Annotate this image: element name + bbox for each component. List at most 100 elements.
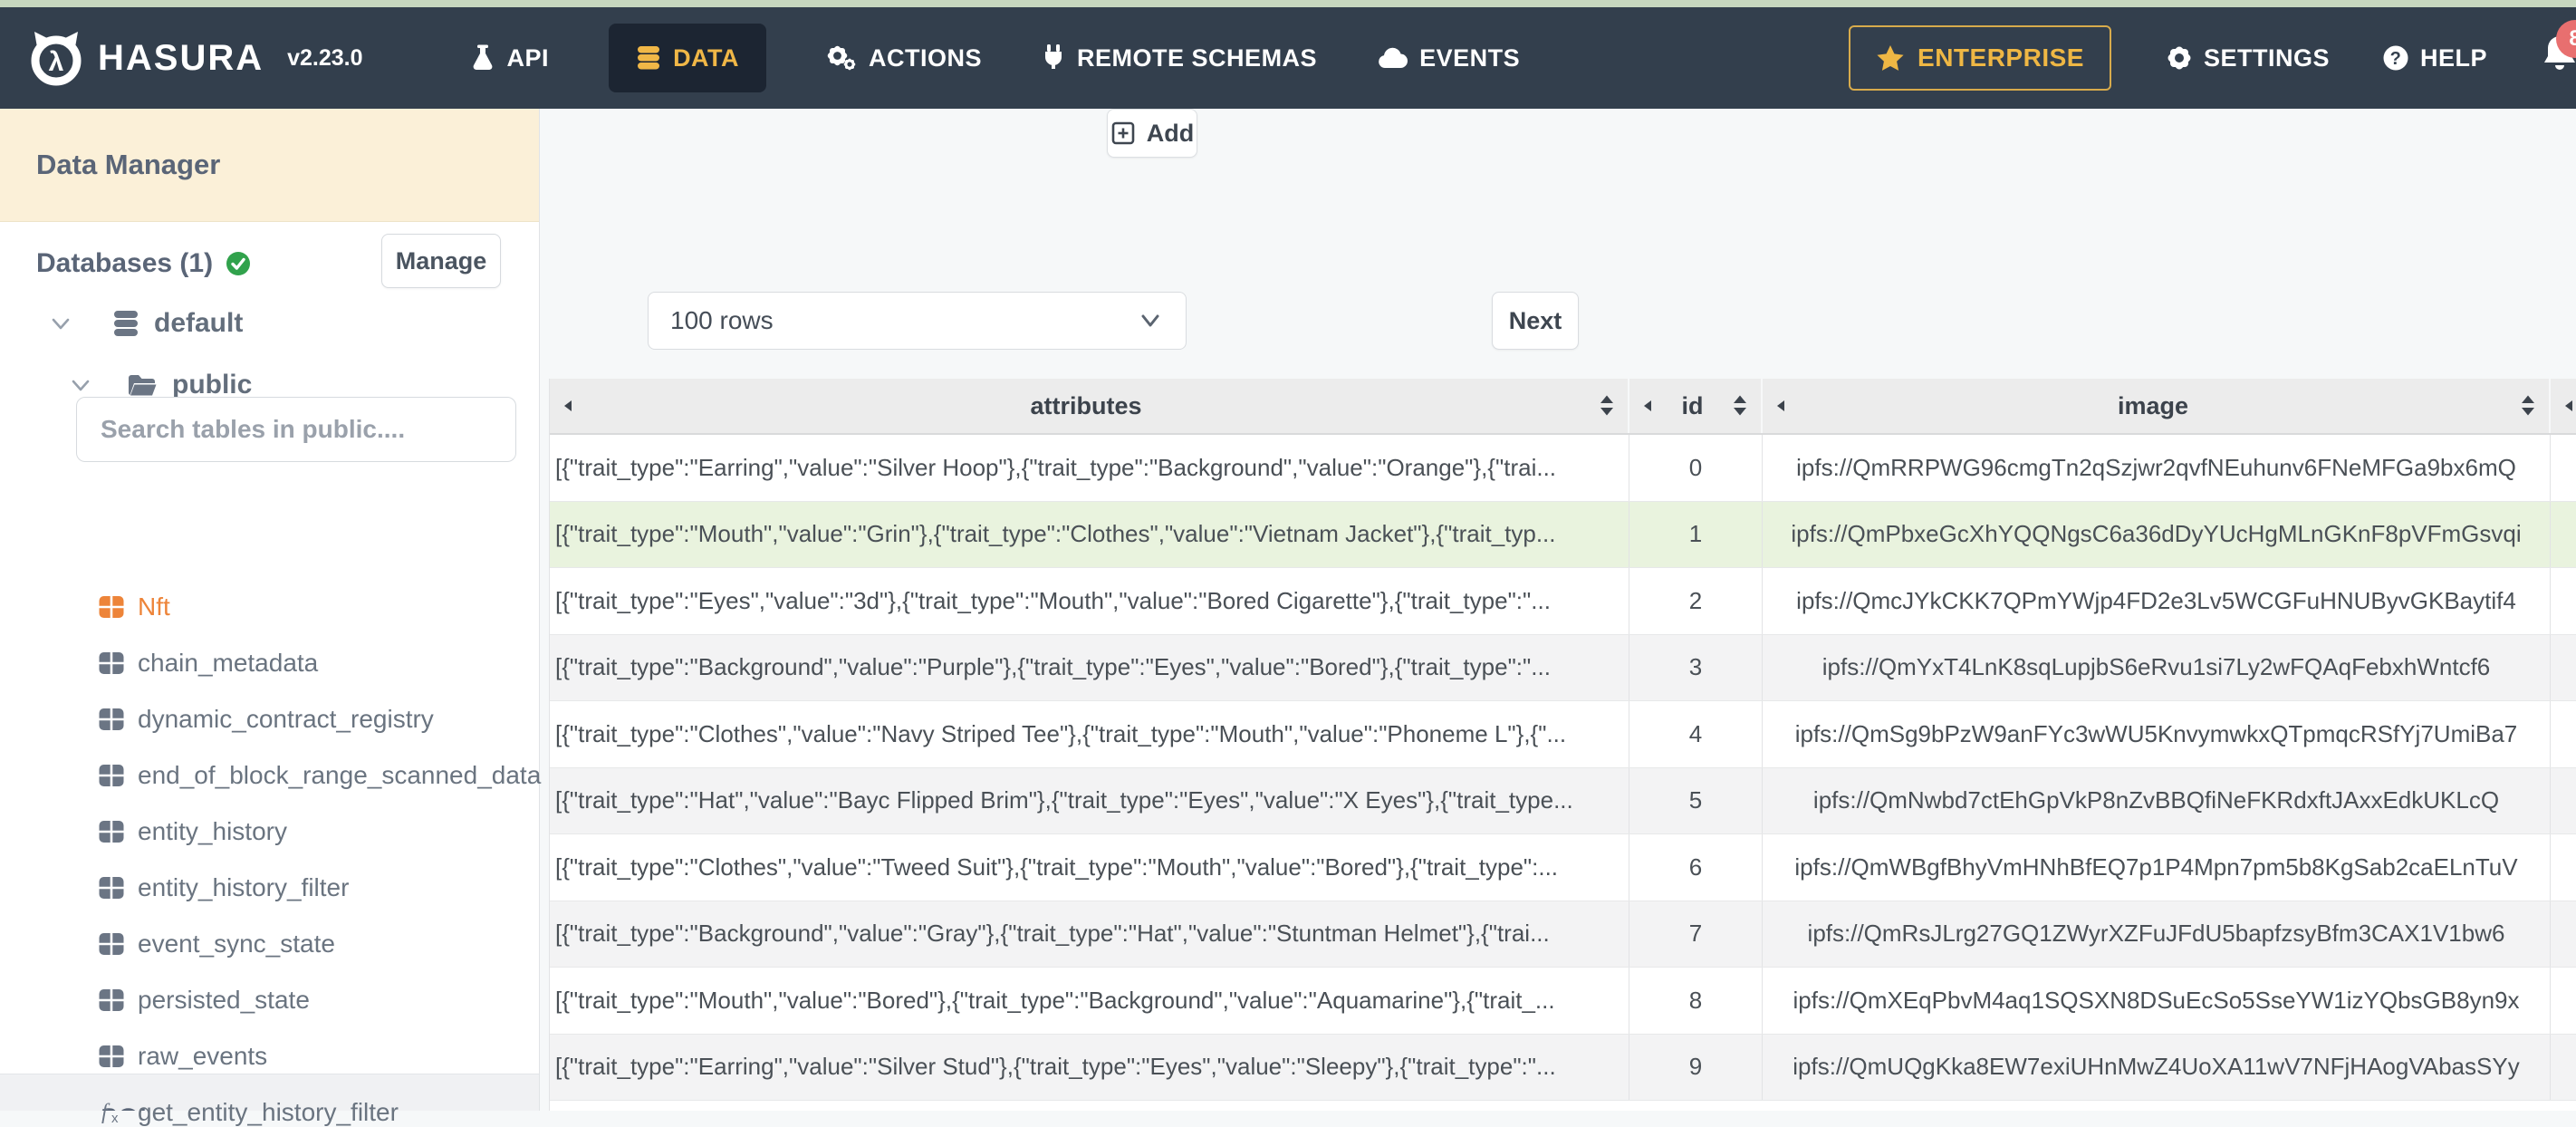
schema-name: public — [172, 370, 253, 400]
table-header-row: attributes id image — [550, 379, 2576, 435]
settings-button[interactable]: SETTINGS — [2166, 44, 2330, 72]
collapse-column-icon[interactable] — [1773, 398, 1788, 414]
table-row[interactable]: [{"trait_type":"Hat","value":"Bayc Flipp… — [550, 767, 2576, 834]
table-row[interactable]: [{"trait_type":"Eyes","value":"3d"},{"tr… — [550, 568, 2576, 635]
attributes-cell: [{"trait_type":"Mouth","value":"Grin"},{… — [550, 501, 1629, 567]
nav-item-label: API — [506, 43, 550, 72]
sidebar-item-label: event_sync_state — [138, 930, 335, 958]
sidebar-item-label: end_of_block_range_scanned_data — [138, 761, 542, 789]
table-icon — [98, 650, 125, 676]
sidebar-title-band: Data Manager — [0, 109, 539, 222]
settings-label: SETTINGS — [2203, 43, 2330, 72]
svg-text:x: x — [111, 1111, 119, 1125]
sort-icon[interactable] — [2518, 393, 2538, 419]
table-row[interactable]: [{"trait_type":"Earring","value":"Silver… — [550, 435, 2576, 502]
top-strip — [0, 0, 2576, 7]
id-cell: 5 — [1629, 767, 1763, 833]
help-button[interactable]: ? HELP — [2382, 44, 2487, 72]
table-row-partial — [550, 1101, 2576, 1111]
add-button[interactable]: Add — [1107, 109, 1197, 158]
svg-text:f: f — [101, 1101, 111, 1124]
table-row[interactable]: [{"trait_type":"Background","value":"Pur… — [550, 634, 2576, 701]
tree-node-default[interactable]: default — [49, 308, 243, 339]
sidebar-item-label: Nft — [138, 592, 170, 621]
sidebar-item-entity-history-filter[interactable]: entity_history_filter — [98, 873, 349, 902]
collapse-column-icon[interactable] — [561, 398, 575, 414]
column-header-image: image — [1763, 379, 2551, 433]
sidebar-item-label: persisted_state — [138, 986, 310, 1014]
image-cell: ipfs://QmUQgKka8EW7exiUHnMwZ4UoXA11wV7NF… — [1763, 1034, 2551, 1100]
question-icon: ? — [2382, 44, 2409, 72]
manage-button[interactable]: Manage — [381, 234, 501, 288]
database-icon — [636, 44, 661, 72]
image-cell: ipfs://QmYxT4LnK8sqLupjbS6eRvu1si7Ly2wFQ… — [1763, 634, 2551, 700]
nav-item-actions[interactable]: ACTIONS — [826, 43, 982, 72]
sidebar-item-chain-metadata[interactable]: chain_metadata — [98, 649, 318, 678]
table-row[interactable]: [{"trait_type":"Clothes","value":"Tweed … — [550, 834, 2576, 901]
sidebar-item-label: entity_history_filter — [138, 873, 350, 901]
databases-row: Databases (1) Manage — [0, 234, 539, 294]
sidebar-title: Data Manager — [36, 149, 221, 180]
table-row[interactable]: [{"trait_type":"Mouth","value":"Grin"},{… — [550, 501, 2576, 568]
image-cell: ipfs://QmRRPWG96cmgTn2qSzjwr2qvfNEuhunv6… — [1763, 435, 2551, 501]
table-row[interactable]: [{"trait_type":"Background","value":"Gra… — [550, 901, 2576, 968]
sidebar-item-entity-history[interactable]: entity_history — [98, 817, 287, 846]
partial-cell — [2551, 635, 2576, 701]
partial-cell — [2551, 701, 2576, 767]
image-cell: ipfs://QmXEqPbvM4aq1SQSXN8DSuEcSo5SseYW1… — [1763, 968, 2551, 1034]
sidebar-item-label: raw_events — [138, 1042, 268, 1070]
attributes-cell: [{"trait_type":"Background","value":"Pur… — [550, 634, 1629, 700]
nav-item-data[interactable]: DATA — [609, 24, 767, 92]
brand-group[interactable]: λ HASURA v2.23.0 — [27, 29, 363, 87]
sidebar-item-nft[interactable]: Nft — [98, 592, 170, 621]
sidebar-item-persisted-state[interactable]: persisted_state — [98, 986, 310, 1015]
image-cell: ipfs://QmcJYkCKK7QPmYWjp4FD2e3Lv5WCGFuHN… — [1763, 568, 2551, 634]
table-row[interactable]: [{"trait_type":"Clothes","value":"Navy S… — [550, 701, 2576, 768]
database-name: default — [154, 308, 244, 338]
image-cell: ipfs://QmRsJLrg27GQ1ZWyrXZFuJFdU5bapfzsy… — [1763, 901, 2551, 967]
image-cell: ipfs://QmSg9bPzW9anFYc3wWU5KnvymwkxQTpmq… — [1763, 701, 2551, 767]
id-cell: 7 — [1629, 901, 1763, 967]
search-tables-input[interactable] — [76, 397, 516, 462]
chevron-down-icon[interactable] — [49, 313, 72, 333]
brand-version: v2.23.0 — [287, 44, 363, 71]
collapse-column-icon[interactable] — [1640, 398, 1655, 414]
notifications-button[interactable]: 8 — [2540, 20, 2576, 85]
collapse-column-icon[interactable] — [2562, 398, 2576, 414]
sort-icon[interactable] — [1730, 393, 1750, 419]
sort-icon[interactable] — [1597, 393, 1617, 419]
chevron-down-icon[interactable] — [69, 375, 92, 395]
attributes-cell: [{"trait_type":"Earring","value":"Silver… — [550, 435, 1629, 501]
sidebar-item-event-sync-state[interactable]: event_sync_state — [98, 930, 335, 958]
id-cell: 6 — [1629, 834, 1763, 901]
partial-cell — [2551, 968, 2576, 1034]
rows-select-value: 100 rows — [670, 306, 774, 334]
attributes-cell: [{"trait_type":"Mouth","value":"Bored"},… — [550, 968, 1629, 1034]
attributes-cell: [{"trait_type":"Clothes","value":"Tweed … — [550, 834, 1629, 901]
partial-cell — [2551, 502, 2576, 568]
data-table: attributes id image [{"trait_type":"Earr… — [549, 379, 2576, 1111]
attributes-cell: [{"trait_type":"Earring","value":"Silver… — [550, 1034, 1629, 1100]
rows-per-page-select[interactable]: 100 rows — [648, 292, 1187, 350]
svg-text:?: ? — [2390, 49, 2402, 69]
brand-title: HASURA — [98, 37, 264, 78]
sidebar-item-get-entity-history-filter[interactable]: f x get_entity_history_filter — [98, 1098, 399, 1127]
enterprise-button[interactable]: ENTERPRISE — [1849, 25, 2111, 91]
id-cell: 1 — [1629, 501, 1763, 567]
add-label: Add — [1146, 119, 1195, 147]
table-row[interactable]: [{"trait_type":"Earring","value":"Silver… — [550, 1034, 2576, 1101]
sidebar-item-end-of-block-range-scanned-data[interactable]: end_of_block_range_scanned_data — [98, 761, 541, 790]
nav-item-api[interactable]: API — [470, 43, 550, 72]
image-cell: ipfs://QmPbxeGcXhYQQNgsC6a36dDyYUcHgMLnG… — [1763, 501, 2551, 567]
sidebar-item-raw-events[interactable]: raw_events — [98, 1042, 267, 1071]
cloud-icon — [1377, 46, 1408, 70]
nav-item-remote-schemas[interactable]: REMOTE SCHEMAS — [1042, 43, 1317, 72]
nav-item-label: ACTIONS — [869, 43, 983, 72]
tree-node-public[interactable]: public — [69, 370, 252, 400]
sidebar: Data Manager Databases (1) Manage defaul… — [0, 109, 541, 1126]
sidebar-item-dynamic-contract-registry[interactable]: dynamic_contract_registry — [98, 705, 434, 734]
nav-item-events[interactable]: EVENTS — [1377, 44, 1520, 72]
table-row[interactable]: [{"trait_type":"Mouth","value":"Bored"},… — [550, 968, 2576, 1035]
nav-items: API DATA ACTIONS REMOTE SCHEMAS EVENTS — [470, 24, 1581, 92]
next-page-button[interactable]: Next — [1492, 292, 1579, 350]
